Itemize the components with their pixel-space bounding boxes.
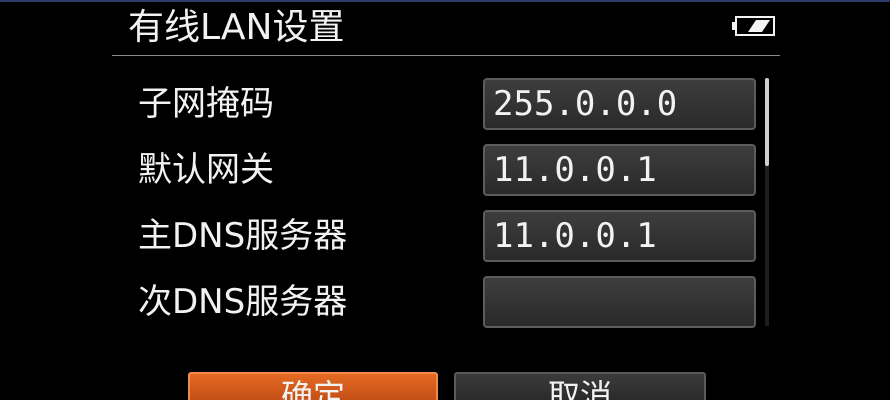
subnet-mask-label: 子网掩码 (138, 84, 274, 124)
default-gateway-label: 默认网关 (138, 150, 274, 190)
ok-button[interactable]: 确定 (188, 372, 438, 400)
secondary-dns-field[interactable] (483, 276, 756, 328)
cancel-button[interactable]: 取消 (454, 372, 706, 400)
battery-icon (732, 16, 775, 36)
screen: 有线LAN设置 子网掩码 255.0.0.0 默认网关 11.0.0.1 主DN… (0, 0, 890, 400)
secondary-dns-label: 次DNS服务器 (138, 282, 348, 322)
default-gateway-field[interactable]: 11.0.0.1 (483, 144, 756, 196)
top-edge (0, 0, 890, 2)
scrollbar-thumb[interactable] (765, 78, 769, 166)
primary-dns-label: 主DNS服务器 (138, 216, 348, 256)
primary-dns-field[interactable]: 11.0.0.1 (483, 210, 756, 262)
header-divider (112, 55, 780, 56)
page-title: 有线LAN设置 (128, 7, 345, 48)
subnet-mask-field[interactable]: 255.0.0.0 (483, 78, 756, 130)
